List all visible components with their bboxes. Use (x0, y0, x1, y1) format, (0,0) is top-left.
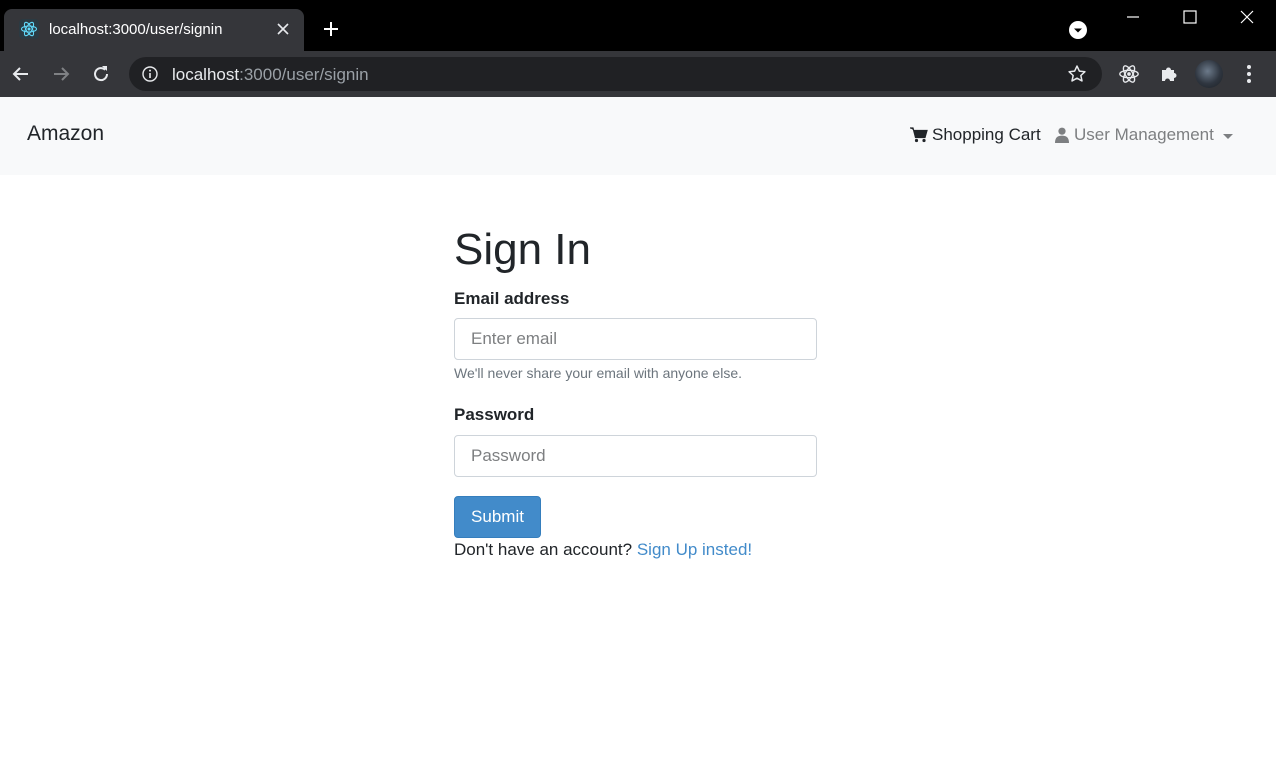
chevron-down-icon (1222, 133, 1233, 139)
forward-icon[interactable] (47, 60, 75, 88)
address-bar[interactable]: localhost:3000/user/signin (129, 57, 1102, 91)
close-window-icon[interactable] (1229, 4, 1265, 30)
user-management-dropdown[interactable]: User Management (1055, 125, 1233, 145)
browser-tab-strip: localhost:3000/user/signin (0, 0, 1276, 51)
submit-button[interactable]: Submit (454, 496, 541, 538)
user-management-label: User Management (1074, 125, 1214, 144)
new-tab-icon[interactable] (319, 17, 343, 41)
signup-link[interactable]: Sign Up insted! (637, 540, 752, 559)
signup-prompt: Don't have an account? Sign Up insted! (454, 540, 752, 560)
url-path: :3000/user/signin (239, 65, 369, 84)
page-title: Sign In (454, 225, 591, 274)
bookmark-star-icon[interactable] (1066, 63, 1088, 85)
password-label: Password (454, 405, 535, 424)
url-text: localhost:3000/user/signin (172, 65, 369, 85)
extensions-puzzle-icon[interactable] (1156, 61, 1182, 87)
react-icon (19, 19, 39, 39)
email-label: Email address (454, 289, 570, 308)
minimize-icon[interactable] (1115, 4, 1151, 30)
tab-title: localhost:3000/user/signin (49, 21, 223, 38)
url-host: localhost (172, 65, 240, 84)
shopping-cart-label: Shopping Cart (932, 125, 1041, 144)
browser-toolbar: localhost:3000/user/signin (0, 51, 1276, 97)
email-field[interactable] (454, 318, 817, 360)
react-devtools-icon[interactable] (1116, 61, 1142, 87)
reload-icon[interactable] (87, 60, 115, 88)
maximize-icon[interactable] (1172, 4, 1208, 30)
tab-search-icon[interactable] (1067, 19, 1089, 41)
site-info-icon[interactable] (141, 65, 159, 83)
site-navbar: Amazon Shopping Cart User Management (0, 97, 1276, 175)
tab-close-icon[interactable] (274, 20, 292, 38)
back-icon[interactable] (7, 60, 35, 88)
shopping-cart-icon (910, 127, 928, 143)
brand-link[interactable]: Amazon (27, 122, 104, 146)
browser-tab[interactable]: localhost:3000/user/signin (4, 9, 304, 51)
profile-avatar[interactable] (1195, 60, 1223, 88)
signup-prompt-text: Don't have an account? (454, 540, 633, 559)
email-help-text: We'll never share your email with anyone… (454, 365, 742, 381)
browser-menu-icon[interactable] (1236, 61, 1262, 87)
signin-form: Sign In Email address We'll never share … (454, 220, 817, 559)
password-field[interactable] (454, 435, 817, 477)
user-icon (1055, 127, 1069, 143)
shopping-cart-link[interactable]: Shopping Cart (910, 125, 1041, 145)
